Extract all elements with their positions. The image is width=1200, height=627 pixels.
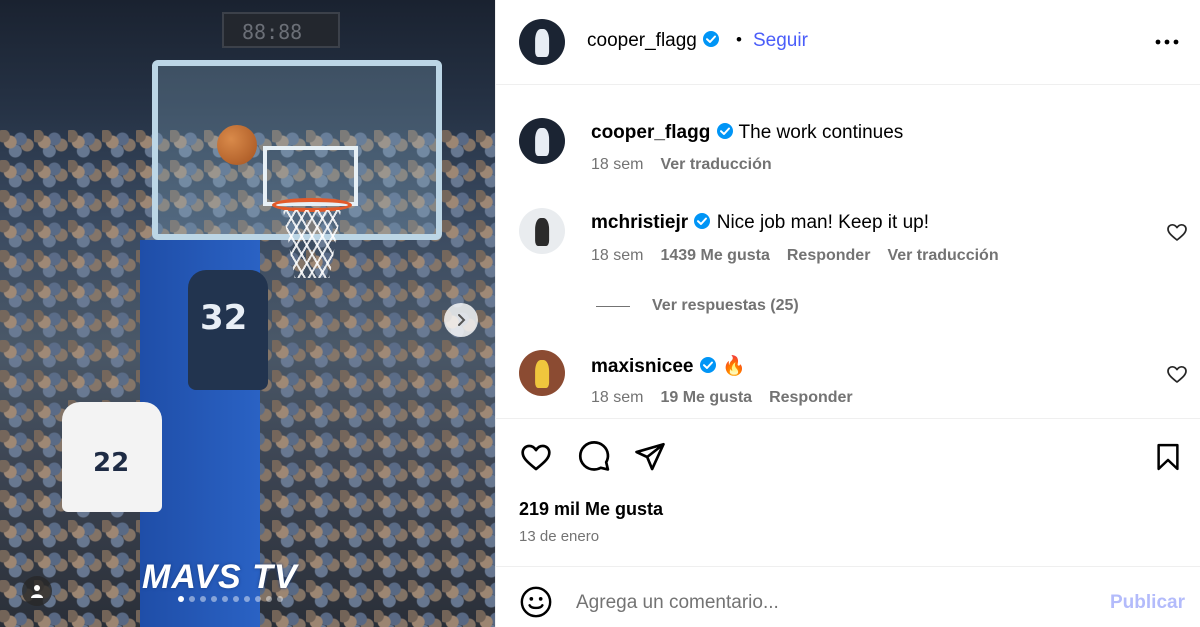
comment-button[interactable]: [576, 439, 612, 475]
emoji-smile-icon[interactable]: [519, 585, 553, 619]
verified-badge-icon: [699, 357, 716, 373]
comment-meta: 18 sem 1439 Me gusta Responder Ver tradu…: [591, 247, 999, 265]
caption-meta: 18 sem Ver traducción: [591, 156, 772, 174]
likes-count[interactable]: 219 mil Me gusta: [519, 499, 663, 520]
like-comment-heart-icon[interactable]: [1165, 220, 1189, 244]
comment-time[interactable]: 18 sem: [591, 389, 643, 407]
reply-button[interactable]: Responder: [769, 389, 853, 407]
post-header: cooper_flagg • Seguir: [496, 0, 1200, 85]
post-sidebar: cooper_flagg • Seguir cooper_flagg The w…: [495, 0, 1200, 627]
comments-section: cooper_flagg The work continues 18 sem V…: [496, 86, 1200, 418]
header-separator: •: [736, 30, 742, 49]
comment-likes[interactable]: 19 Me gusta: [660, 389, 752, 407]
player-number-32: 32: [200, 298, 248, 338]
comment-meta: 18 sem 19 Me gusta Responder: [591, 389, 853, 407]
comment-composer: Publicar: [496, 566, 1200, 627]
carousel-dot: [200, 596, 206, 602]
post-date[interactable]: 13 de enero: [519, 528, 599, 545]
translate-link[interactable]: Ver traducción: [887, 247, 998, 265]
author-username[interactable]: cooper_flagg: [587, 30, 720, 52]
user-icon: [31, 585, 43, 598]
comment-bubble-icon: [578, 441, 610, 471]
carousel-dot: [266, 596, 272, 602]
caption-avatar[interactable]: [519, 118, 565, 164]
caption-username[interactable]: cooper_flagg: [591, 122, 710, 143]
comment-body: Nice job man! Keep it up!: [716, 212, 930, 233]
comment-text: maxisnicee 🔥: [591, 354, 746, 378]
heart-icon: [521, 444, 551, 471]
shot-clock-digits: 88:88: [242, 20, 303, 44]
player-number-22: 22: [93, 448, 130, 478]
author-avatar[interactable]: [519, 19, 565, 65]
caption-body: The work continues: [738, 122, 904, 143]
carousel-dot: [233, 596, 239, 602]
replies-divider: [596, 305, 630, 307]
view-replies-label[interactable]: Ver respuestas (25): [652, 297, 799, 315]
carousel-dot: [211, 596, 217, 602]
verified-badge-icon: [716, 123, 733, 139]
carousel-dot: [277, 596, 283, 602]
basketball: [217, 125, 257, 165]
post-media[interactable]: 88:88 32 22 MAVS TV: [0, 0, 495, 627]
verified-badge-icon: [694, 213, 711, 229]
hoop-rim: [272, 198, 352, 212]
caption-time[interactable]: 18 sem: [591, 156, 643, 174]
comment-body: 🔥: [722, 356, 746, 377]
carousel-dots: [178, 596, 283, 602]
comment-time[interactable]: 18 sem: [591, 247, 643, 265]
comment-username[interactable]: mchristiejr: [591, 212, 688, 233]
bookmark-icon: [1157, 443, 1179, 471]
view-replies-button[interactable]: Ver respuestas (25): [596, 297, 799, 315]
comment-input[interactable]: [576, 589, 1076, 617]
chevron-right-icon: [458, 314, 466, 326]
share-button[interactable]: [632, 439, 668, 475]
comment-username[interactable]: maxisnicee: [591, 356, 693, 377]
more-options-button[interactable]: [1153, 28, 1181, 56]
verified-badge-icon: [703, 31, 720, 47]
like-comment-heart-icon[interactable]: [1165, 362, 1189, 386]
comment-avatar[interactable]: [519, 208, 565, 254]
carousel-dot: [255, 596, 261, 602]
send-paper-plane-icon: [635, 442, 665, 471]
carousel-dot: [222, 596, 228, 602]
save-button[interactable]: [1150, 439, 1186, 475]
carousel-dot: [244, 596, 250, 602]
more-horizontal-icon: [1155, 39, 1179, 45]
comment-likes[interactable]: 1439 Me gusta: [660, 247, 769, 265]
carousel-next-button[interactable]: [444, 303, 478, 337]
caption-text: cooper_flagg The work continues: [591, 122, 903, 144]
reply-button[interactable]: Responder: [787, 247, 871, 265]
like-button[interactable]: [518, 439, 554, 475]
comment-avatar[interactable]: [519, 350, 565, 396]
carousel-dot: [189, 596, 195, 602]
mavs-tv-logo: MAVS TV: [142, 558, 298, 596]
comment-text: mchristiejr Nice job man! Keep it up!: [591, 212, 929, 234]
post-actions: 219 mil Me gusta 13 de enero: [496, 418, 1200, 566]
translate-link[interactable]: Ver traducción: [660, 156, 771, 174]
tagged-users-button[interactable]: [22, 576, 52, 606]
carousel-dot: [178, 596, 184, 602]
publish-button[interactable]: Publicar: [1110, 592, 1185, 614]
shot-clock: 88:88: [222, 12, 340, 48]
follow-button[interactable]: Seguir: [753, 30, 808, 52]
